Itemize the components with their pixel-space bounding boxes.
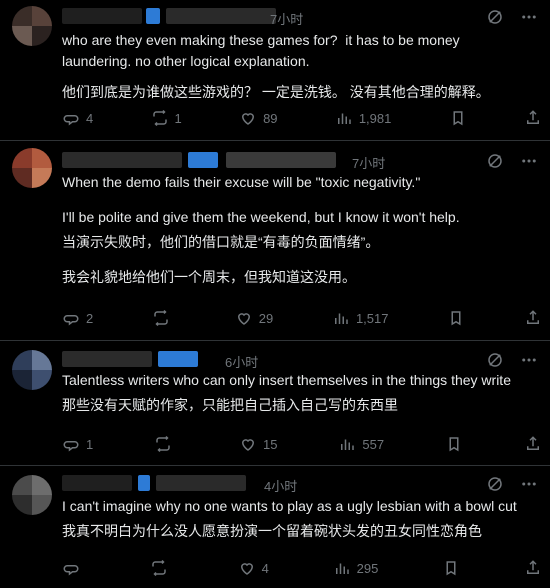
tweet-text-line: 他们到底是为谁做这些游戏的？ 一定是洗钱。 没有其他合理的解释。: [62, 84, 490, 100]
share-button[interactable]: [524, 559, 542, 577]
reply-icon: [63, 315, 79, 326]
tweet-text: who are they even making these games for…: [62, 30, 532, 103]
more-icon[interactable]: [520, 8, 538, 31]
retweet-icon: [152, 559, 166, 577]
avatar[interactable]: [12, 6, 52, 46]
views-count: 1,517: [355, 310, 389, 326]
views-icon: [337, 113, 351, 124]
share-icon: [527, 560, 539, 574]
reply-count: 4: [86, 110, 94, 126]
views-button[interactable]: 1,517: [332, 309, 389, 327]
like-button[interactable]: 4: [238, 559, 269, 577]
like-button[interactable]: 29: [235, 309, 273, 327]
tweet-1[interactable]: 7小时 who are they even making these games…: [0, 0, 550, 141]
reply-button[interactable]: 2: [62, 309, 93, 327]
like-button[interactable]: 89: [239, 109, 278, 127]
heart-icon: [242, 113, 255, 125]
tweet-time[interactable]: 4小时: [264, 476, 297, 495]
views-icon: [341, 439, 355, 450]
reply-count: 2: [86, 310, 94, 326]
tweet-actions: 1 15 557: [62, 435, 542, 453]
redacted-username[interactable]: [62, 152, 336, 168]
redacted-username[interactable]: [62, 351, 198, 367]
tweet-text-line: 我会礼貌地给他们一个周末，但我知道这没用。: [62, 269, 356, 285]
tweet-text: Talentless writers who can only insert t…: [62, 370, 532, 416]
tweet-2[interactable]: 7小时 When the demo fails their excuse wil…: [0, 140, 550, 341]
tweet-3[interactable]: 6小时 Talentless writers who can only inse…: [0, 340, 550, 466]
tweet-text-line: When the demo fails their excuse will be…: [62, 174, 421, 190]
bookmark-icon: [453, 111, 463, 126]
views-button[interactable]: 1,981: [335, 109, 392, 127]
retweet-icon: [154, 309, 168, 327]
reply-button[interactable]: 4: [62, 109, 93, 127]
heart-icon: [240, 563, 253, 575]
like-button[interactable]: 15: [239, 435, 278, 453]
bookmark-icon: [451, 311, 461, 326]
tweet-text-line: 当演示失败时，他们的借口就是“有毒的负面情绪”。: [62, 234, 380, 250]
retweet-icon: [152, 109, 167, 127]
reply-count: 1: [86, 436, 94, 452]
tweet-text-line: I can't imagine why no one wants to play…: [62, 498, 517, 514]
avatar[interactable]: [12, 148, 52, 188]
retweet-button[interactable]: [154, 435, 178, 453]
like-count: 29: [258, 310, 274, 326]
views-count: 557: [362, 436, 385, 452]
heart-icon: [242, 439, 255, 451]
bookmark-button[interactable]: [449, 109, 467, 127]
tweet-actions: 2 29 1,517: [62, 309, 542, 327]
avatar[interactable]: [12, 350, 52, 390]
more-icon[interactable]: [520, 475, 538, 498]
tweet-time[interactable]: 7小时: [270, 9, 303, 28]
share-icon: [526, 110, 539, 124]
tweet-time[interactable]: 7小时: [352, 153, 385, 172]
reply-button[interactable]: 1: [62, 435, 93, 453]
grok-icon[interactable]: [486, 8, 504, 31]
views-count: 1,981: [358, 110, 392, 126]
reply-icon: [63, 565, 79, 576]
like-count: 15: [263, 436, 278, 452]
like-count: 4: [261, 560, 269, 576]
bookmark-icon: [446, 561, 456, 576]
views-button[interactable]: 295: [333, 559, 379, 577]
bookmark-button[interactable]: [442, 559, 460, 577]
like-count: 89: [263, 110, 278, 126]
reply-icon: [63, 115, 79, 126]
grok-icon[interactable]: [486, 475, 504, 498]
tweet-text: When the demo fails their excuse will be…: [62, 172, 532, 288]
tweet-time[interactable]: 6小时: [225, 352, 258, 371]
tweet-text-line: 那些没有天赋的作家，只能把自己插入自己写的东西里: [62, 397, 398, 413]
share-button[interactable]: [524, 435, 542, 453]
tweet-text-line: 我真不明白为什么没人愿意扮演一个留着碗状头发的丑女同性恋角色: [62, 523, 482, 539]
share-button[interactable]: [524, 309, 542, 327]
avatar[interactable]: [12, 475, 52, 515]
share-icon: [526, 436, 539, 450]
views-button[interactable]: 557: [338, 435, 384, 453]
tweet-4[interactable]: 4小时 I can't imagine why no one wants to …: [0, 465, 550, 588]
share-icon: [527, 310, 539, 324]
bookmark-icon: [449, 437, 459, 452]
views-icon: [335, 563, 349, 574]
share-button[interactable]: [524, 109, 542, 127]
retweet-icon: [156, 435, 170, 453]
redacted-username[interactable]: [62, 475, 246, 491]
tweet-text-line: who are they even making these games for…: [62, 32, 464, 69]
retweet-button[interactable]: [150, 559, 174, 577]
bookmark-button[interactable]: [447, 309, 465, 327]
tweet-actions: 4 1 89 1,981: [62, 109, 542, 127]
reply-icon: [63, 441, 79, 452]
tweet-text: I can't imagine why no one wants to play…: [62, 496, 532, 542]
retweet-button[interactable]: [152, 309, 176, 327]
retweet-count: 1: [174, 110, 182, 126]
redacted-username[interactable]: [62, 8, 276, 24]
bookmark-button[interactable]: [445, 435, 463, 453]
reply-button[interactable]: [62, 559, 86, 577]
views-count: 295: [356, 560, 379, 576]
tweet-text-line: Talentless writers who can only insert t…: [62, 372, 511, 388]
retweet-button[interactable]: 1: [151, 109, 182, 127]
tweet-actions: 4 295: [62, 559, 542, 577]
heart-icon: [237, 313, 250, 325]
views-icon: [334, 313, 348, 324]
tweet-text-line: I'll be polite and give them the weekend…: [62, 209, 460, 225]
